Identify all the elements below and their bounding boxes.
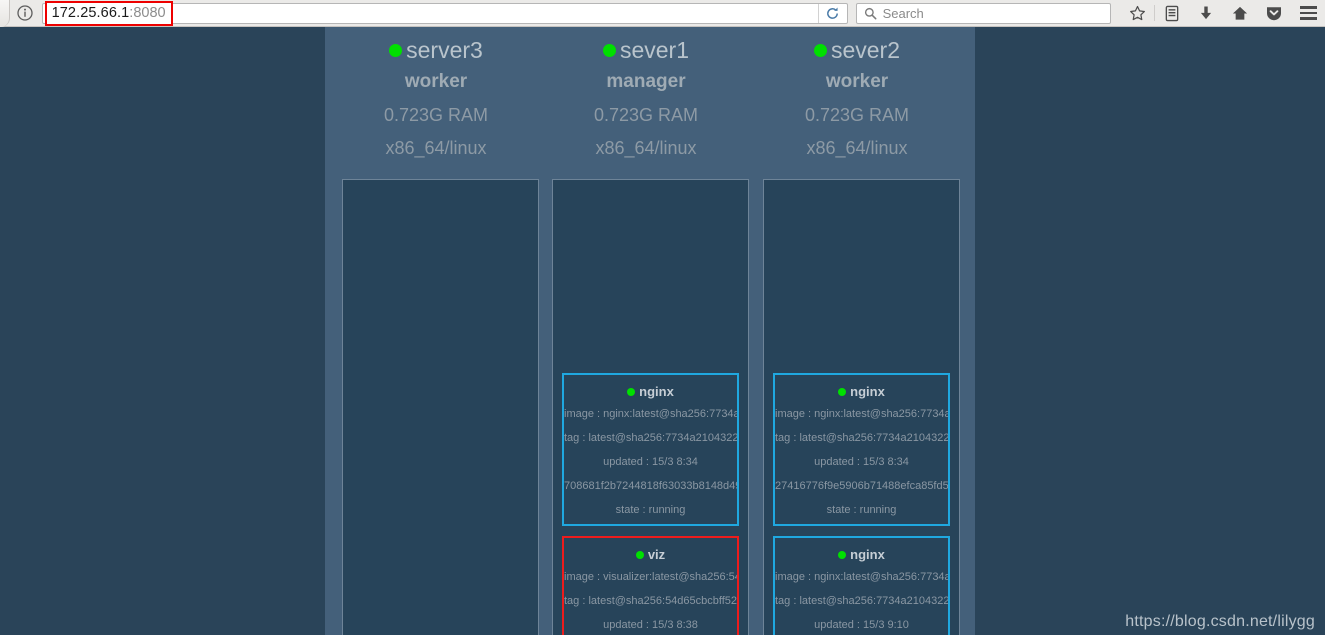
info-icon[interactable] — [10, 0, 40, 27]
container-name-text: nginx — [850, 384, 885, 399]
tab-strip-curve — [0, 0, 10, 27]
container-image-text: image : nginx:latest@sha256:7734a21043 — [775, 571, 948, 583]
download-icon[interactable] — [1189, 0, 1223, 27]
node-column-server3: server3 worker 0.723G RAM x86_64/linux — [331, 27, 541, 635]
node-name-text: sever1 — [619, 37, 690, 63]
container-status-dot-icon — [627, 388, 636, 396]
search-placeholder-text: Search — [882, 5, 924, 21]
node-title: sever1 — [541, 35, 751, 65]
node-arch-text: x86_64/linux — [595, 138, 697, 158]
container-status-dot-icon — [635, 551, 644, 559]
node-arch-text: x86_64/linux — [806, 138, 908, 158]
container-id-text: 708681f2b7244818f63033b8148d495ed54 — [564, 480, 739, 492]
page-content: server3 worker 0.723G RAM x86_64/linux s… — [0, 27, 1325, 635]
container-card[interactable]: nginx image : nginx:latest@sha256:7734a2… — [773, 536, 950, 635]
container-image-text: image : visualizer:latest@sha256:54d65cb — [564, 571, 737, 583]
url-highlight-annotation: 172.25.66.1:8080 — [44, 0, 173, 26]
container-image-text: image : nginx:latest@sha256:7734a21043 — [775, 408, 948, 420]
node-arch-text: x86_64/linux — [385, 138, 487, 158]
container-title: nginx — [564, 382, 737, 402]
pocket-icon[interactable] — [1257, 0, 1291, 27]
node-memory-text: 0.723G RAM — [804, 105, 910, 125]
node-role-text: worker — [825, 71, 889, 92]
container-tag-text: tag : latest@sha256:7734a210432278817 — [775, 432, 950, 444]
container-title: nginx — [775, 382, 948, 402]
container-name-text: nginx — [639, 384, 674, 399]
browser-toolbar: 172.25.66.1:8080 Search — [0, 0, 1325, 27]
docker-swarm-visualizer: server3 worker 0.723G RAM x86_64/linux s… — [325, 27, 975, 635]
container-card[interactable]: nginx image : nginx:latest@sha256:7734a2… — [773, 373, 950, 526]
container-updated-text: updated : 15/3 8:34 — [603, 456, 698, 468]
container-state-text: state : running — [826, 504, 897, 516]
container-card[interactable]: viz image : visualizer:latest@sha256:54d… — [562, 536, 739, 635]
address-bar[interactable]: 172.25.66.1:8080 — [41, 0, 848, 26]
container-id-text: 27416776f9e5906b71488efca85fd57ec11 — [775, 480, 949, 492]
reload-icon[interactable] — [817, 3, 847, 23]
node-status-dot-icon — [813, 44, 827, 57]
library-icon[interactable] — [1155, 0, 1189, 27]
node-name-text: sever2 — [830, 37, 901, 63]
url-port-text: :8080 — [129, 5, 166, 21]
container-tag-text: tag : latest@sha256:7734a210432278817 — [775, 595, 950, 607]
node-role-text: worker — [404, 71, 468, 92]
search-icon — [864, 7, 877, 19]
node-status-dot-icon — [602, 44, 616, 57]
hamburger-menu-icon[interactable] — [1291, 0, 1325, 27]
container-card[interactable]: nginx image : nginx:latest@sha256:7734a2… — [562, 373, 739, 526]
container-state-text: state : running — [615, 504, 686, 516]
node-memory-text: 0.723G RAM — [593, 105, 699, 125]
node-status-dot-icon — [389, 44, 403, 57]
container-name-text: nginx — [850, 547, 885, 562]
container-image-text: image : nginx:latest@sha256:7734a21043 — [564, 408, 737, 420]
node-container-area: nginx image : nginx:latest@sha256:7734a2… — [763, 179, 960, 635]
container-tag-text: tag : latest@sha256:7734a210432278817 — [564, 432, 739, 444]
url-host-text: 172.25.66.1 — [51, 5, 130, 21]
container-updated-text: updated : 15/3 8:38 — [603, 619, 698, 631]
node-name-text: server3 — [406, 37, 483, 63]
star-icon[interactable] — [1120, 0, 1154, 27]
watermark-text: https://blog.csdn.net/lilygg — [1125, 613, 1315, 630]
search-input[interactable]: Search — [855, 2, 1111, 24]
home-icon[interactable] — [1223, 0, 1257, 27]
container-title: viz — [564, 545, 737, 565]
container-updated-text: updated : 15/3 8:34 — [814, 456, 909, 468]
container-title: nginx — [775, 545, 948, 565]
node-column-sever1: sever1 manager 0.723G RAM x86_64/linux n… — [541, 27, 751, 635]
node-header: sever1 manager 0.723G RAM x86_64/linux — [541, 27, 751, 165]
node-title: sever2 — [752, 35, 962, 65]
node-role-text: manager — [606, 71, 686, 92]
node-container-area: nginx image : nginx:latest@sha256:7734a2… — [552, 179, 749, 635]
node-memory-text: 0.723G RAM — [383, 105, 489, 125]
container-updated-text: updated : 15/3 9:10 — [814, 619, 909, 631]
container-status-dot-icon — [838, 551, 847, 559]
node-title: server3 — [331, 35, 541, 65]
toolbar-icon-group — [1120, 0, 1325, 27]
node-container-area — [342, 179, 539, 635]
container-name-text: viz — [647, 547, 666, 562]
node-header: sever2 worker 0.723G RAM x86_64/linux — [752, 27, 962, 165]
node-column-sever2: sever2 worker 0.723G RAM x86_64/linux ng… — [752, 27, 962, 635]
node-header: server3 worker 0.723G RAM x86_64/linux — [331, 27, 541, 165]
container-status-dot-icon — [838, 388, 847, 396]
container-tag-text: tag : latest@sha256:54d65cbcbff52ee7d7 — [564, 595, 738, 607]
